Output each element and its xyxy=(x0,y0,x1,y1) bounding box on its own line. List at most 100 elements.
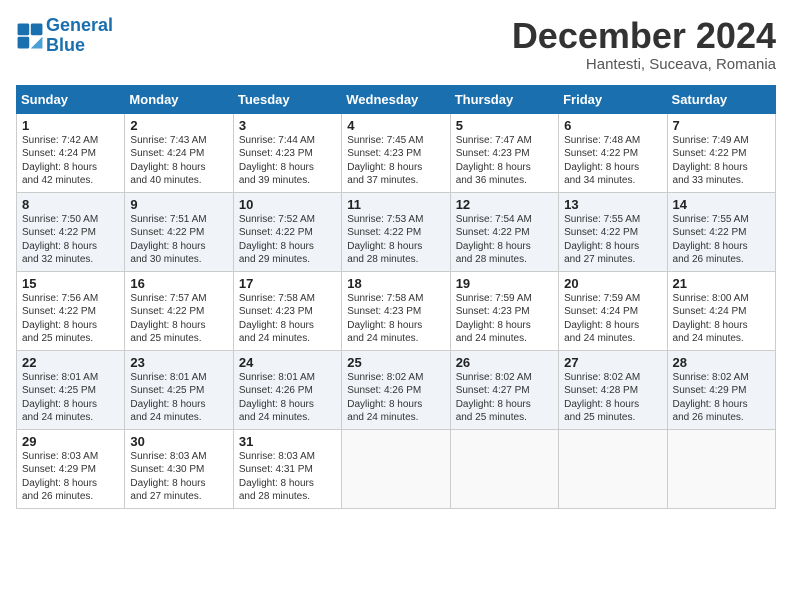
day-number: 11 xyxy=(347,197,444,212)
day-info: Sunrise: 7:42 AM Sunset: 4:24 PM Dayligh… xyxy=(22,134,119,188)
col-tuesday: Tuesday xyxy=(233,85,341,113)
day-info: Sunrise: 7:47 AM Sunset: 4:23 PM Dayligh… xyxy=(456,134,553,188)
calendar-cell: 13Sunrise: 7:55 AM Sunset: 4:22 PM Dayli… xyxy=(559,192,667,271)
day-number: 3 xyxy=(239,118,336,133)
calendar-week-3: 15Sunrise: 7:56 AM Sunset: 4:22 PM Dayli… xyxy=(17,271,776,350)
day-info: Sunrise: 7:48 AM Sunset: 4:22 PM Dayligh… xyxy=(564,134,661,188)
calendar-cell xyxy=(450,429,558,508)
col-wednesday: Wednesday xyxy=(342,85,450,113)
day-info: Sunrise: 7:43 AM Sunset: 4:24 PM Dayligh… xyxy=(130,134,227,188)
day-number: 26 xyxy=(456,355,553,370)
calendar-cell: 3Sunrise: 7:44 AM Sunset: 4:23 PM Daylig… xyxy=(233,113,341,192)
calendar-cell: 12Sunrise: 7:54 AM Sunset: 4:22 PM Dayli… xyxy=(450,192,558,271)
col-saturday: Saturday xyxy=(667,85,775,113)
day-info: Sunrise: 8:01 AM Sunset: 4:26 PM Dayligh… xyxy=(239,371,336,425)
day-number: 17 xyxy=(239,276,336,291)
day-info: Sunrise: 7:57 AM Sunset: 4:22 PM Dayligh… xyxy=(130,292,227,346)
day-number: 28 xyxy=(673,355,770,370)
day-number: 6 xyxy=(564,118,661,133)
calendar-body: 1Sunrise: 7:42 AM Sunset: 4:24 PM Daylig… xyxy=(17,113,776,508)
calendar-cell: 7Sunrise: 7:49 AM Sunset: 4:22 PM Daylig… xyxy=(667,113,775,192)
day-number: 1 xyxy=(22,118,119,133)
day-info: Sunrise: 8:02 AM Sunset: 4:27 PM Dayligh… xyxy=(456,371,553,425)
day-info: Sunrise: 7:49 AM Sunset: 4:22 PM Dayligh… xyxy=(673,134,770,188)
day-info: Sunrise: 8:03 AM Sunset: 4:30 PM Dayligh… xyxy=(130,450,227,504)
calendar-table: Sunday Monday Tuesday Wednesday Thursday… xyxy=(16,85,776,509)
day-number: 27 xyxy=(564,355,661,370)
logo-general: General xyxy=(46,15,113,35)
day-info: Sunrise: 8:02 AM Sunset: 4:29 PM Dayligh… xyxy=(673,371,770,425)
col-sunday: Sunday xyxy=(17,85,125,113)
day-info: Sunrise: 7:51 AM Sunset: 4:22 PM Dayligh… xyxy=(130,213,227,267)
calendar-cell xyxy=(342,429,450,508)
calendar-cell: 29Sunrise: 8:03 AM Sunset: 4:29 PM Dayli… xyxy=(17,429,125,508)
day-info: Sunrise: 7:55 AM Sunset: 4:22 PM Dayligh… xyxy=(564,213,661,267)
day-info: Sunrise: 7:59 AM Sunset: 4:23 PM Dayligh… xyxy=(456,292,553,346)
day-info: Sunrise: 8:02 AM Sunset: 4:28 PM Dayligh… xyxy=(564,371,661,425)
day-info: Sunrise: 7:44 AM Sunset: 4:23 PM Dayligh… xyxy=(239,134,336,188)
calendar-cell: 24Sunrise: 8:01 AM Sunset: 4:26 PM Dayli… xyxy=(233,350,341,429)
day-info: Sunrise: 8:00 AM Sunset: 4:24 PM Dayligh… xyxy=(673,292,770,346)
calendar-cell: 21Sunrise: 8:00 AM Sunset: 4:24 PM Dayli… xyxy=(667,271,775,350)
logo: General Blue xyxy=(16,16,113,56)
day-info: Sunrise: 7:58 AM Sunset: 4:23 PM Dayligh… xyxy=(239,292,336,346)
day-number: 4 xyxy=(347,118,444,133)
col-friday: Friday xyxy=(559,85,667,113)
day-number: 2 xyxy=(130,118,227,133)
day-number: 31 xyxy=(239,434,336,449)
day-info: Sunrise: 7:59 AM Sunset: 4:24 PM Dayligh… xyxy=(564,292,661,346)
calendar-week-2: 8Sunrise: 7:50 AM Sunset: 4:22 PM Daylig… xyxy=(17,192,776,271)
calendar-cell: 25Sunrise: 8:02 AM Sunset: 4:26 PM Dayli… xyxy=(342,350,450,429)
calendar-cell: 16Sunrise: 7:57 AM Sunset: 4:22 PM Dayli… xyxy=(125,271,233,350)
day-number: 8 xyxy=(22,197,119,212)
col-monday: Monday xyxy=(125,85,233,113)
calendar-cell: 5Sunrise: 7:47 AM Sunset: 4:23 PM Daylig… xyxy=(450,113,558,192)
calendar-cell: 4Sunrise: 7:45 AM Sunset: 4:23 PM Daylig… xyxy=(342,113,450,192)
calendar-cell: 1Sunrise: 7:42 AM Sunset: 4:24 PM Daylig… xyxy=(17,113,125,192)
day-info: Sunrise: 8:02 AM Sunset: 4:26 PM Dayligh… xyxy=(347,371,444,425)
day-info: Sunrise: 8:01 AM Sunset: 4:25 PM Dayligh… xyxy=(22,371,119,425)
logo-text: General Blue xyxy=(46,16,113,56)
day-number: 9 xyxy=(130,197,227,212)
day-number: 7 xyxy=(673,118,770,133)
day-info: Sunrise: 7:56 AM Sunset: 4:22 PM Dayligh… xyxy=(22,292,119,346)
month-title: December 2024 xyxy=(512,16,776,56)
day-number: 15 xyxy=(22,276,119,291)
logo-icon xyxy=(16,22,44,50)
page-header: General Blue December 2024 Hantesti, Suc… xyxy=(16,16,776,73)
title-block: December 2024 Hantesti, Suceava, Romania xyxy=(512,16,776,73)
calendar-cell: 17Sunrise: 7:58 AM Sunset: 4:23 PM Dayli… xyxy=(233,271,341,350)
day-info: Sunrise: 8:01 AM Sunset: 4:25 PM Dayligh… xyxy=(130,371,227,425)
calendar-cell: 14Sunrise: 7:55 AM Sunset: 4:22 PM Dayli… xyxy=(667,192,775,271)
day-info: Sunrise: 7:54 AM Sunset: 4:22 PM Dayligh… xyxy=(456,213,553,267)
calendar-cell: 23Sunrise: 8:01 AM Sunset: 4:25 PM Dayli… xyxy=(125,350,233,429)
calendar-cell: 30Sunrise: 8:03 AM Sunset: 4:30 PM Dayli… xyxy=(125,429,233,508)
day-number: 30 xyxy=(130,434,227,449)
day-number: 20 xyxy=(564,276,661,291)
calendar-cell: 28Sunrise: 8:02 AM Sunset: 4:29 PM Dayli… xyxy=(667,350,775,429)
weekday-row: Sunday Monday Tuesday Wednesday Thursday… xyxy=(17,85,776,113)
calendar-cell: 15Sunrise: 7:56 AM Sunset: 4:22 PM Dayli… xyxy=(17,271,125,350)
day-number: 18 xyxy=(347,276,444,291)
calendar-cell: 31Sunrise: 8:03 AM Sunset: 4:31 PM Dayli… xyxy=(233,429,341,508)
day-number: 10 xyxy=(239,197,336,212)
day-number: 13 xyxy=(564,197,661,212)
calendar-week-1: 1Sunrise: 7:42 AM Sunset: 4:24 PM Daylig… xyxy=(17,113,776,192)
calendar-week-5: 29Sunrise: 8:03 AM Sunset: 4:29 PM Dayli… xyxy=(17,429,776,508)
day-number: 25 xyxy=(347,355,444,370)
day-number: 29 xyxy=(22,434,119,449)
calendar-cell: 20Sunrise: 7:59 AM Sunset: 4:24 PM Dayli… xyxy=(559,271,667,350)
day-info: Sunrise: 7:52 AM Sunset: 4:22 PM Dayligh… xyxy=(239,213,336,267)
day-info: Sunrise: 8:03 AM Sunset: 4:31 PM Dayligh… xyxy=(239,450,336,504)
calendar-cell: 19Sunrise: 7:59 AM Sunset: 4:23 PM Dayli… xyxy=(450,271,558,350)
day-number: 14 xyxy=(673,197,770,212)
day-info: Sunrise: 8:03 AM Sunset: 4:29 PM Dayligh… xyxy=(22,450,119,504)
day-number: 23 xyxy=(130,355,227,370)
day-info: Sunrise: 7:50 AM Sunset: 4:22 PM Dayligh… xyxy=(22,213,119,267)
logo-blue: Blue xyxy=(46,35,85,55)
day-number: 22 xyxy=(22,355,119,370)
calendar-cell: 2Sunrise: 7:43 AM Sunset: 4:24 PM Daylig… xyxy=(125,113,233,192)
day-info: Sunrise: 7:55 AM Sunset: 4:22 PM Dayligh… xyxy=(673,213,770,267)
calendar-cell: 22Sunrise: 8:01 AM Sunset: 4:25 PM Dayli… xyxy=(17,350,125,429)
day-number: 19 xyxy=(456,276,553,291)
